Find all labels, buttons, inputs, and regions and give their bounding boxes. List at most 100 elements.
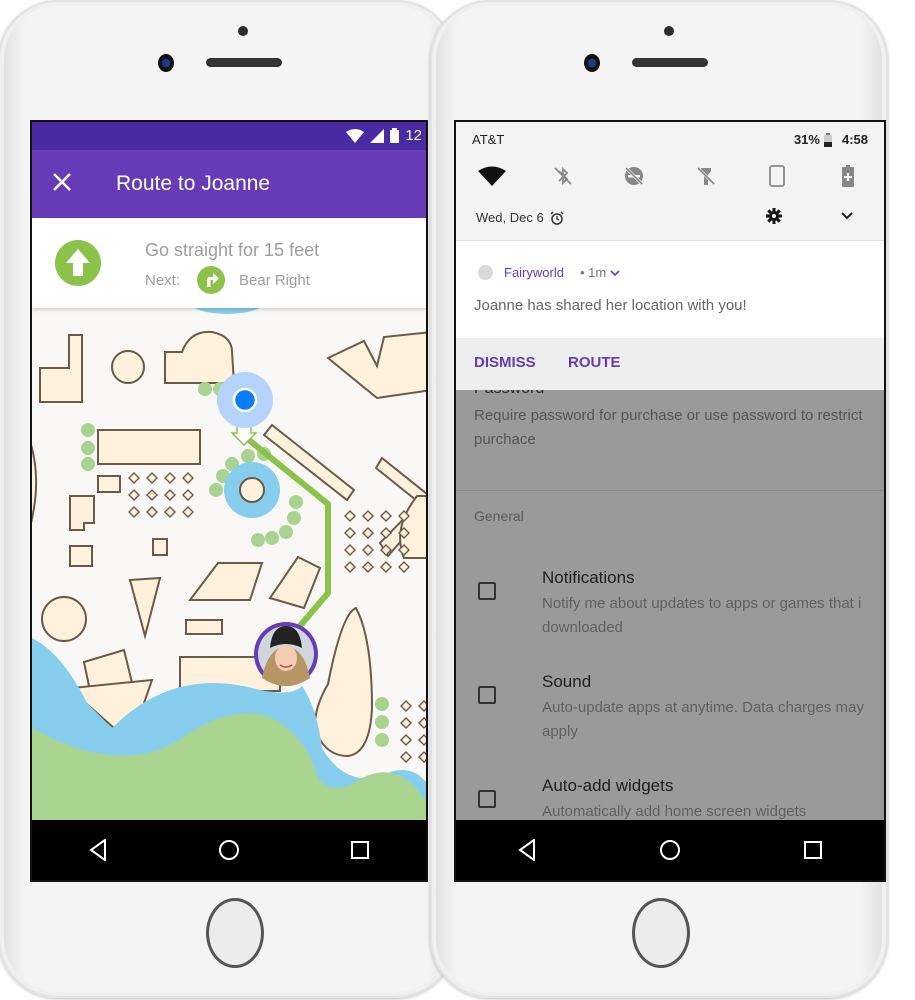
building: [32, 444, 38, 524]
hardware-home-button[interactable]: [206, 898, 264, 968]
gear-icon: [766, 208, 782, 224]
back-button[interactable]: [507, 830, 547, 870]
notification-message: Joanne has shared her location with you!: [474, 297, 747, 314]
seating-diamond: [128, 472, 140, 484]
map-canvas[interactable]: /* placeholder */: [32, 308, 426, 824]
signal-icon: [370, 128, 385, 143]
navigation-card: Go straight for 15 feet Next: Bear Right: [32, 218, 426, 308]
seating-diamond: [182, 472, 194, 484]
home-button[interactable]: [650, 830, 690, 870]
left-screen: 12 Route to Joanne Go straight for 15 fe…: [30, 120, 428, 882]
recents-icon: [351, 841, 370, 859]
recents-button[interactable]: [340, 830, 380, 870]
wifi-icon: [477, 166, 506, 186]
chevron-down-icon[interactable]: [610, 269, 620, 277]
building: [111, 350, 145, 384]
tree: [265, 531, 279, 545]
seating-diamond: [146, 472, 158, 484]
date-row: Wed, Dec 6: [476, 210, 564, 225]
tree: [251, 533, 265, 547]
carrier: AT&T: [472, 132, 505, 147]
building: [268, 555, 322, 610]
qs-do-not-disturb[interactable]: [616, 160, 652, 192]
tree: [375, 733, 389, 747]
item-title: Auto-add widgets: [542, 776, 674, 795]
qs-battery-saver[interactable]: [830, 160, 866, 192]
seating-diamond: [362, 544, 374, 556]
seating-diamond: [380, 561, 392, 573]
qs-wifi[interactable]: [474, 160, 510, 192]
status-time: 12: [405, 127, 422, 144]
home-button[interactable]: [209, 830, 249, 870]
close-button[interactable]: [52, 170, 72, 196]
section-header: General: [474, 508, 524, 524]
notification-card[interactable]: Fairyworld • 1m Joanne has shared her lo…: [456, 240, 884, 339]
settings-button[interactable]: [766, 208, 782, 229]
item-desc: Auto-update apps at anytime. Data charge…: [542, 699, 864, 740]
home-icon: [659, 840, 680, 860]
seating-diamond: [380, 510, 392, 522]
current-location-marker: [232, 387, 258, 413]
qs-bluetooth[interactable]: [545, 160, 581, 192]
quick-settings: [456, 160, 884, 192]
battery-saver-icon: [842, 165, 855, 187]
date: Wed, Dec 6: [476, 210, 544, 225]
bluetooth-off-icon: [554, 166, 572, 186]
dismiss-button[interactable]: DISMISS: [474, 354, 536, 371]
map-view[interactable]: /* placeholder */: [32, 308, 426, 824]
expand-button[interactable]: [840, 208, 854, 227]
page-title: Route to Joanne: [116, 172, 271, 195]
building: [69, 495, 95, 531]
seating-diamond: [418, 751, 426, 763]
app-icon: [478, 265, 493, 280]
dnd-off-icon: [625, 166, 644, 186]
seating-diamond: [182, 489, 194, 501]
status-time: 4:58: [841, 132, 868, 147]
building: [41, 596, 87, 642]
qs-auto-rotate[interactable]: [759, 160, 795, 192]
battery-icon: [390, 128, 400, 143]
earpiece-speaker: [206, 58, 282, 67]
battery-percent: 31%: [793, 132, 820, 147]
building: [185, 619, 223, 635]
building: [39, 334, 83, 403]
building: [97, 475, 121, 493]
back-button[interactable]: [78, 830, 118, 870]
notification-time: • 1m: [580, 265, 620, 280]
status-right: 31% 4:58: [794, 132, 868, 147]
flashlight-off-icon: [696, 166, 715, 186]
building: [187, 562, 264, 601]
notifications-checkbox[interactable]: [478, 582, 496, 600]
seating-diamond: [164, 472, 176, 484]
tree: [279, 525, 293, 539]
seating-diamond: [344, 561, 356, 573]
route-button[interactable]: ROUTE: [568, 354, 621, 371]
recents-button[interactable]: [793, 830, 833, 870]
front-camera: [584, 54, 600, 72]
joanne-avatar[interactable]: [254, 622, 318, 686]
tree: [241, 449, 255, 463]
divider: [456, 490, 884, 491]
seating-diamond: [400, 717, 412, 729]
seating-diamond: [400, 700, 412, 712]
seating-diamond: [164, 489, 176, 501]
current-instruction: Go straight for 15 feet: [145, 240, 320, 260]
qs-flashlight[interactable]: [688, 160, 724, 192]
tree: [289, 495, 303, 509]
right-phone-frame: AT&T 31% 4:58 Wed, Dec 6 Fairyworld • 1m…: [430, 0, 888, 998]
next-label: Next:: [145, 272, 181, 289]
auto-add-widgets-checkbox[interactable]: [478, 790, 496, 808]
hardware-home-button[interactable]: [632, 898, 690, 968]
building: [164, 330, 236, 384]
seating-diamond: [418, 700, 426, 712]
seating-diamond: [400, 751, 412, 763]
seating-diamond: [400, 734, 412, 746]
close-icon: [53, 173, 71, 191]
recents-icon: [803, 841, 822, 859]
next-instruction: Bear Right: [239, 272, 310, 289]
sound-checkbox[interactable]: [478, 686, 496, 704]
tree: [198, 382, 212, 396]
battery-icon: [823, 132, 832, 147]
arrow-up-icon: [55, 240, 101, 286]
back-icon: [88, 839, 106, 861]
